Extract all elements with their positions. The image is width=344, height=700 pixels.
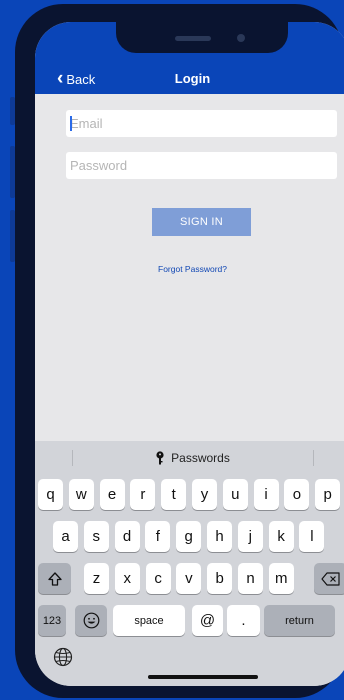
emoji-key[interactable]	[75, 605, 107, 636]
dot-key[interactable]: .	[227, 605, 260, 636]
screen: ‹ Back Login SIGN IN Forgot Password? Pa…	[35, 22, 344, 686]
key-t[interactable]: t	[161, 479, 187, 510]
key-o[interactable]: o	[284, 479, 310, 510]
key-u[interactable]: u	[222, 479, 248, 510]
space-key[interactable]: space	[113, 605, 185, 636]
key-l[interactable]: l	[299, 521, 325, 552]
key-h[interactable]: h	[207, 521, 232, 552]
key-a[interactable]: a	[53, 521, 78, 552]
key-z[interactable]: z	[84, 563, 109, 594]
home-indicator	[148, 675, 258, 679]
text-cursor	[70, 116, 72, 131]
key-y[interactable]: y	[192, 479, 217, 510]
key-n[interactable]: n	[238, 563, 263, 594]
speaker	[175, 36, 211, 41]
notch	[116, 20, 288, 53]
passwords-label: Passwords	[171, 451, 230, 465]
key-f[interactable]: f	[145, 521, 171, 552]
key-q[interactable]: q	[38, 479, 63, 510]
return-key[interactable]: return	[264, 605, 335, 636]
page-title: Login	[174, 71, 211, 86]
key-p[interactable]: p	[315, 479, 341, 510]
emoji-icon	[83, 612, 99, 629]
phone-frame: ‹ Back Login SIGN IN Forgot Password? Pa…	[15, 4, 344, 698]
divider	[72, 450, 73, 466]
key-s[interactable]: s	[83, 521, 109, 552]
key-e[interactable]: e	[99, 479, 125, 510]
email-field[interactable]	[66, 110, 337, 137]
key-k[interactable]: k	[268, 521, 294, 552]
key-x[interactable]: x	[114, 563, 140, 594]
camera	[237, 34, 245, 42]
delete-key[interactable]	[314, 563, 344, 594]
numbers-key[interactable]: 123	[38, 605, 66, 636]
key-b[interactable]: b	[207, 563, 233, 594]
key-m[interactable]: m	[268, 563, 294, 594]
password-field[interactable]	[66, 152, 337, 179]
key-v[interactable]: v	[176, 563, 202, 594]
sign-in-button[interactable]: SIGN IN	[152, 208, 251, 236]
key-icon	[156, 451, 164, 465]
key-r[interactable]: r	[130, 479, 156, 510]
key-d[interactable]: d	[114, 521, 140, 552]
key-c[interactable]: c	[145, 563, 171, 594]
passwords-bar[interactable]: Passwords	[35, 441, 344, 475]
at-key[interactable]: @	[192, 605, 223, 636]
shift-icon	[47, 571, 62, 586]
keyboard: Passwords q w e r t y u i o p a s d f g h j k l z x c v b n m 123 s…	[35, 441, 344, 686]
forgot-password-link[interactable]: Forgot Password?	[35, 264, 344, 274]
key-w[interactable]: w	[68, 479, 94, 510]
divider	[313, 450, 314, 466]
key-j[interactable]: j	[237, 521, 263, 552]
key-g[interactable]: g	[176, 521, 202, 552]
globe-icon[interactable]	[53, 647, 73, 667]
key-i[interactable]: i	[253, 479, 279, 510]
delete-icon	[320, 571, 340, 586]
shift-key[interactable]	[38, 563, 71, 594]
